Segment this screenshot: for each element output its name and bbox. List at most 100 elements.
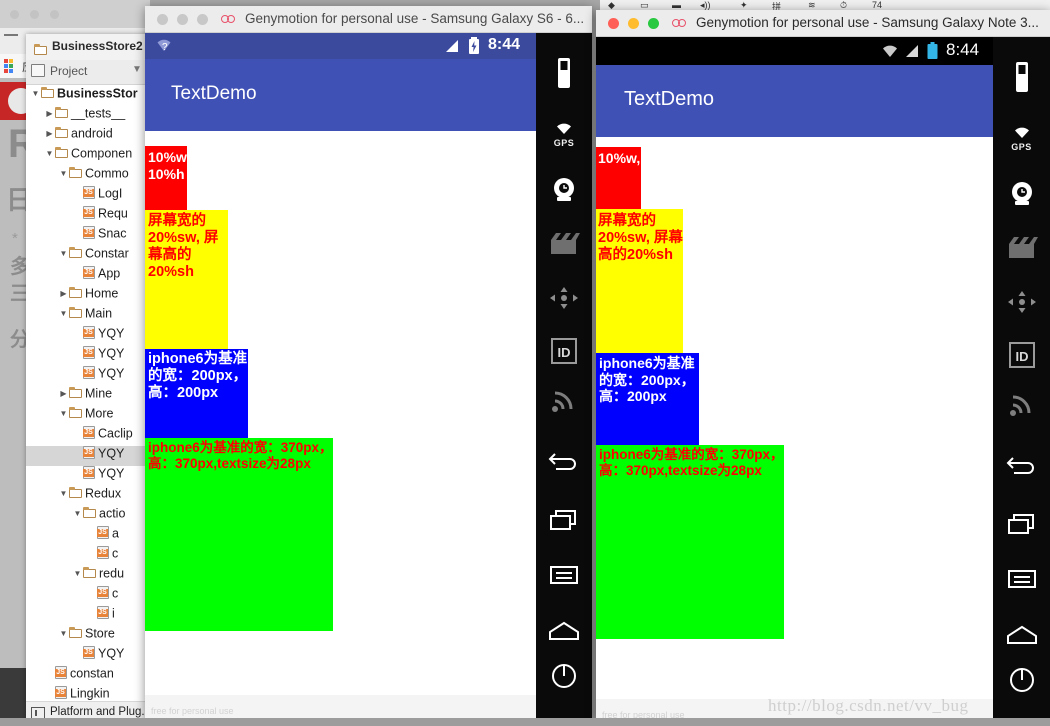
window-titlebar[interactable]: Genymotion for personal use - Samsung Ga… [596, 10, 1050, 37]
home-icon[interactable] [536, 621, 592, 641]
js-file-icon: JS [97, 606, 109, 619]
camera-icon[interactable] [993, 181, 1050, 209]
tree-node-label: LogI [98, 186, 123, 201]
window-minimize-button[interactable] [177, 14, 188, 25]
window-maximize-button[interactable] [648, 18, 659, 29]
folder-icon [55, 147, 68, 158]
genymotion-window-galaxy-note-3[interactable]: Genymotion for personal use - Samsung Ga… [596, 10, 1050, 724]
chevron-down-icon[interactable]: ▼ [132, 64, 142, 75]
collapse-arrow-icon[interactable]: ▼ [30, 89, 41, 98]
browser-close-dot[interactable] [10, 10, 19, 19]
expand-arrow-icon[interactable]: ▶ [44, 109, 55, 118]
status-bar-clock: 8:44 [488, 36, 521, 53]
collapse-arrow-icon[interactable]: ▼ [58, 489, 69, 498]
js-file-icon: JS [55, 686, 67, 699]
recents-icon[interactable] [993, 513, 1050, 535]
js-file-icon: JS [97, 546, 109, 559]
tree-node-label: android [71, 126, 113, 141]
folder-icon [69, 287, 82, 298]
expand-arrow-icon[interactable]: ▶ [44, 129, 55, 138]
window-close-button[interactable] [157, 14, 168, 25]
app-bar-title: TextDemo [171, 83, 257, 104]
network-icon[interactable] [536, 387, 592, 413]
window-minimize-button[interactable] [628, 18, 639, 29]
tree-node-label: i [112, 606, 115, 621]
gps-icon[interactable]: GPS [993, 125, 1050, 152]
js-file-icon: JS [83, 186, 95, 199]
tree-node-label: App [98, 266, 121, 281]
tree-node-label: Constar [85, 246, 129, 261]
apps-grid-icon[interactable] [4, 59, 16, 73]
dpad-icon[interactable] [536, 285, 592, 311]
expand-arrow-icon[interactable]: ▶ [58, 389, 69, 398]
wifi-icon [880, 43, 900, 64]
battery-icon[interactable] [536, 58, 592, 88]
footer-watermark: free for personal use [151, 706, 234, 716]
video-icon[interactable] [536, 231, 592, 257]
tool-window-label: Project [50, 64, 88, 78]
tree-node-label: actio [99, 506, 126, 521]
svg-text:?: ? [162, 42, 168, 53]
collapse-arrow-icon[interactable]: ▼ [58, 409, 69, 418]
browser-back-icon[interactable] [4, 34, 18, 36]
js-file-icon: JS [83, 466, 95, 479]
camera-icon[interactable] [536, 177, 592, 205]
window-close-button[interactable] [608, 18, 619, 29]
collapse-arrow-icon[interactable]: ▼ [44, 149, 55, 158]
svg-text:ID: ID [558, 345, 571, 360]
svg-text:ID: ID [1015, 349, 1028, 364]
tree-node-label: redu [99, 566, 125, 581]
window-maximize-button[interactable] [197, 14, 208, 25]
browser-titlebar [0, 0, 150, 28]
gps-icon[interactable]: GPS [536, 121, 592, 148]
android-screen[interactable]: 8:44 TextDemo 10%w,10%h 屏幕宽的20%sw, 屏幕高的2… [596, 37, 993, 699]
power-icon[interactable] [993, 667, 1050, 693]
battery-menu-icon[interactable]: ▬ [672, 0, 681, 10]
battery-percent-icon[interactable]: 74 [872, 0, 882, 10]
expand-arrow-icon[interactable]: ▶ [58, 289, 69, 298]
back-icon[interactable] [993, 455, 1050, 475]
genymotion-toolbar[interactable]: GPS ID [536, 33, 592, 720]
genymotion-window-galaxy-s6[interactable]: Genymotion for personal use - Samsung Ga… [145, 6, 592, 720]
recents-icon[interactable] [536, 509, 592, 531]
video-icon[interactable] [993, 235, 1050, 261]
genymotion-toolbar[interactable]: GPS ID [993, 37, 1050, 724]
platform-plugins-label[interactable]: Platform and Plug... [50, 706, 151, 718]
collapse-arrow-icon[interactable]: ▼ [72, 509, 83, 518]
collapse-arrow-icon[interactable]: ▼ [72, 569, 83, 578]
browser-minimize-dot[interactable] [30, 10, 39, 19]
folder-icon [69, 627, 82, 638]
device-body: 8:44 TextDemo 10%w,10%h 屏幕宽的20%sw, 屏幕高的2… [596, 37, 1050, 724]
window-titlebar[interactable]: Genymotion for personal use - Samsung Ga… [145, 6, 592, 33]
collapse-arrow-icon[interactable]: ▼ [58, 629, 69, 638]
breadcrumb-project-name[interactable]: BusinessStore2 [52, 39, 143, 53]
tree-node-label: __tests__ [71, 106, 126, 121]
tree-node-label: YQY [98, 446, 125, 461]
tree-node-label: Main [85, 306, 113, 321]
dpad-icon[interactable] [993, 289, 1050, 315]
tree-node-label: Componen [71, 146, 133, 161]
network-icon[interactable] [993, 391, 1050, 417]
android-screen[interactable]: ? 8:44 TextDemo 10%w, 10%h 屏幕宽的20%sw, 屏幕… [145, 33, 536, 695]
back-icon[interactable] [536, 451, 592, 471]
battery-icon[interactable] [993, 62, 1050, 92]
menu-icon[interactable] [536, 565, 592, 585]
identifiers-icon[interactable]: ID [536, 338, 592, 364]
tree-node-label: YQY [98, 346, 125, 361]
js-file-icon: JS [83, 346, 95, 359]
tree-node-label: Store [85, 626, 115, 641]
identifiers-icon[interactable]: ID [993, 342, 1050, 368]
collapse-arrow-icon[interactable]: ▼ [58, 249, 69, 258]
browser-maximize-dot[interactable] [50, 10, 59, 19]
folder-icon [83, 567, 96, 578]
folder-icon [41, 87, 54, 98]
tree-node-label: More [85, 406, 114, 421]
power-icon[interactable] [536, 663, 592, 689]
home-icon[interactable] [993, 625, 1050, 645]
signal-icon [904, 45, 920, 63]
wifi-unknown-icon: ? [155, 37, 173, 58]
collapse-arrow-icon[interactable]: ▼ [58, 169, 69, 178]
menu-icon[interactable] [993, 569, 1050, 589]
window-title: Genymotion for personal use - Samsung Ga… [696, 15, 1039, 30]
collapse-arrow-icon[interactable]: ▼ [58, 309, 69, 318]
